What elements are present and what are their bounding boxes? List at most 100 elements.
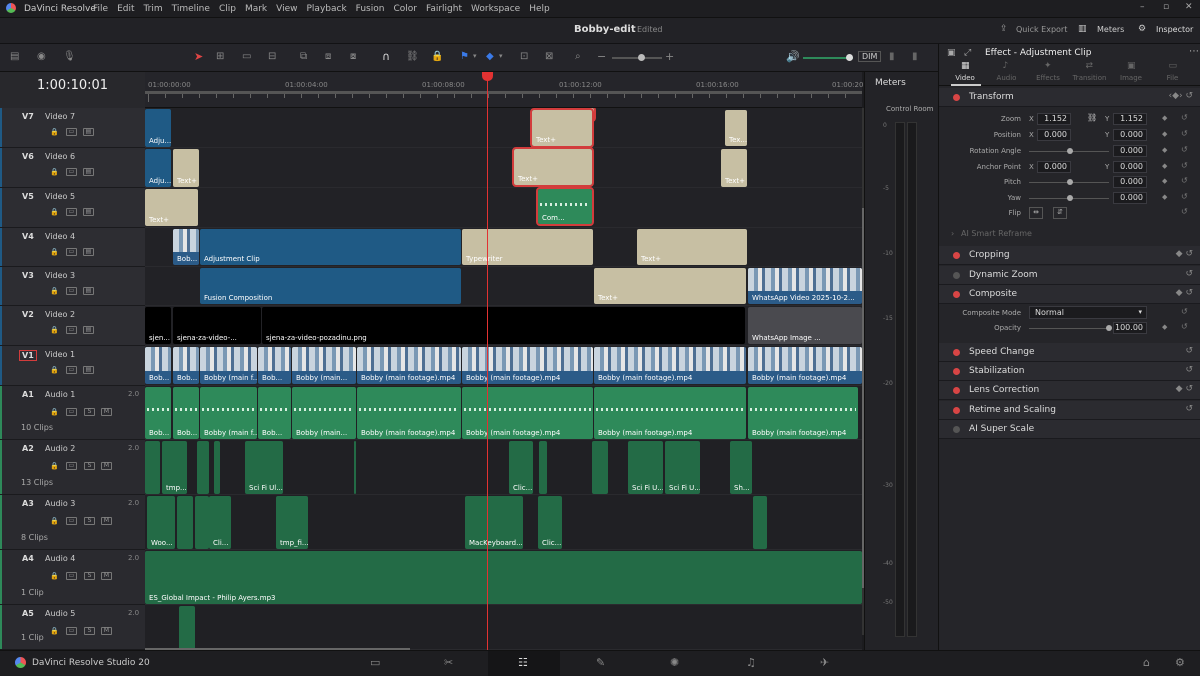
inspector-tab-transition-icon[interactable]: ⇄ (1086, 61, 1094, 71)
layout-icon[interactable]: ▤ (10, 51, 19, 62)
flip-vertical-button[interactable]: ⇵ (1053, 207, 1067, 219)
inspector-icon[interactable]: ▣ (947, 48, 956, 58)
lock-icon[interactable]: 🔒 (50, 366, 59, 374)
audio-clip[interactable]: Clic... (509, 441, 533, 494)
reset-icon[interactable]: ↺ (1185, 365, 1193, 375)
timecode-display[interactable]: 1:00:10:01 (37, 78, 108, 93)
pitch-slider-thumb[interactable] (1067, 179, 1073, 185)
panel-toggle-icon[interactable]: ▮ (912, 51, 918, 62)
audio-clip[interactable]: Sci Fi U... (665, 441, 700, 494)
auto-track-icon[interactable]: ▭ (66, 366, 77, 374)
video-clip[interactable]: Adjustment Clip (200, 229, 461, 265)
track-header-a1[interactable]: A1 Audio 1 2.0 10 Clips 🔒 ▭ S M (0, 386, 145, 440)
track-name[interactable]: Video 7 (45, 112, 75, 121)
section-ai-super-scale[interactable]: AI Super Scale (939, 420, 1200, 439)
lock-icon[interactable]: 🔒 (50, 248, 59, 256)
audio-clip[interactable] (592, 441, 608, 494)
menu-item-trim[interactable]: Trim (144, 4, 163, 14)
blade-tool-icon[interactable]: ⊟ (268, 51, 276, 62)
eye-icon[interactable]: ◉ (37, 51, 46, 62)
lock-icon[interactable]: 🔒 (50, 168, 59, 176)
section-stabilization[interactable]: Stabilization ↺ (939, 362, 1200, 381)
video-clip[interactable]: Text+ (637, 229, 747, 265)
solo-button[interactable]: S (84, 572, 95, 580)
fusion-page-icon[interactable]: ✎ (596, 656, 605, 669)
link-icon[interactable]: ⛓ (406, 51, 419, 62)
video-clip[interactable]: Tex... (725, 110, 747, 146)
lane-v7[interactable] (145, 108, 862, 148)
track-code[interactable]: V3 (22, 271, 34, 280)
video-clip[interactable]: WhatsApp Image ... (748, 307, 862, 344)
audio-clip[interactable]: Bob... (145, 387, 171, 439)
inspector-tab-file[interactable]: File (1151, 74, 1195, 82)
anchor-point-x-field[interactable]: 0.000 (1037, 161, 1071, 173)
menu-item-fairlight[interactable]: Fairlight (426, 4, 462, 14)
track-header-v4[interactable]: V4 Video 4 🔒 ▭ ▤ (0, 228, 145, 267)
media-page-icon[interactable]: ▭ (370, 656, 380, 669)
audio-clip[interactable]: Bobby (main footage).mp4 (357, 387, 461, 439)
section-retime-scaling[interactable]: Retime and Scaling ↺ (939, 401, 1200, 420)
disable-track-icon[interactable]: ▤ (83, 248, 94, 256)
section-lens-correction[interactable]: Lens Correction ◆ ↺ (939, 381, 1200, 400)
dynamic-trim-icon[interactable]: ▭ (242, 51, 251, 62)
menu-item-mark[interactable]: Mark (245, 4, 267, 14)
auto-track-icon[interactable]: ▭ (66, 287, 77, 295)
zoom-custom-icon[interactable]: ⌕ (575, 51, 581, 62)
video-clip[interactable]: Bobby (main... (292, 347, 356, 384)
inspector-tab-audio-icon[interactable]: ♪ (1003, 61, 1009, 71)
enable-toggle[interactable] (953, 407, 960, 414)
snapping-icon[interactable]: ∩ (382, 50, 390, 63)
position-lock-icon[interactable]: 🔒 (431, 51, 443, 62)
audio-clip[interactable] (753, 496, 767, 549)
lane-v5[interactable] (145, 188, 862, 228)
video-clip[interactable]: Text+ (173, 149, 199, 187)
reset-icon[interactable]: ↺ (1181, 307, 1188, 316)
lock-icon[interactable]: 🔒 (50, 462, 59, 470)
audio-clip[interactable]: Sci Fi U... (628, 441, 663, 494)
track-header-a5[interactable]: A5 Audio 5 2.0 1 Clip 🔒 ▭ S M (0, 605, 145, 650)
inspector-button[interactable]: Inspector (1156, 25, 1193, 34)
track-name[interactable]: Video 3 (45, 271, 75, 280)
reset-icon[interactable]: ↺ (1181, 145, 1188, 154)
reset-icon[interactable]: ↺ (1181, 207, 1188, 216)
track-code[interactable]: V4 (22, 232, 34, 241)
mute-meter-icon[interactable]: ▮ (889, 51, 895, 62)
lock-icon[interactable]: 🔒 (50, 408, 59, 416)
flip-horizontal-button[interactable]: ⇹ (1029, 207, 1043, 219)
audio-clip[interactable]: Bobby (main... (292, 387, 356, 439)
enable-toggle[interactable] (953, 94, 960, 101)
meters-button[interactable]: Meters (1097, 25, 1124, 34)
anchor-point-y-field[interactable]: 0.000 (1113, 161, 1147, 173)
menu-item-fusion[interactable]: Fusion (356, 4, 385, 14)
reset-icon[interactable]: ◆ ↺ (1176, 288, 1193, 298)
video-clip[interactable]: Text+ (721, 149, 747, 187)
enable-toggle[interactable] (953, 291, 960, 298)
rotation-field[interactable]: 0.000 (1113, 145, 1147, 157)
section-cropping[interactable]: Cropping ◆ ↺ (939, 246, 1200, 265)
inspector-tab-image[interactable]: Image (1109, 74, 1153, 82)
track-code[interactable]: A1 (22, 390, 34, 399)
track-header-a4[interactable]: A4 Audio 4 2.0 1 Clip 🔒 ▭ S M (0, 550, 145, 605)
track-name[interactable]: Audio 1 (45, 390, 75, 399)
overwrite-clip-icon[interactable]: ⧈ (325, 51, 331, 62)
disable-track-icon[interactable]: ▤ (83, 168, 94, 176)
menu-item-timeline[interactable]: Timeline (172, 4, 210, 14)
audio-clip[interactable] (179, 606, 195, 650)
track-code[interactable]: V5 (22, 192, 34, 201)
marker-dropdown-icon[interactable]: ▾ (499, 52, 503, 60)
keyframe-icon[interactable]: ◆ (1162, 323, 1167, 331)
track-name[interactable]: Audio 2 (45, 444, 75, 453)
audio-clip[interactable]: MacKeyboard... (465, 496, 523, 549)
lock-icon[interactable]: 🔒 (50, 326, 59, 334)
lock-icon[interactable]: 🔒 (50, 517, 59, 525)
auto-track-icon[interactable]: ▭ (66, 572, 77, 580)
keyframe-icon[interactable]: ◆ (1162, 130, 1167, 138)
track-name[interactable]: Video 5 (45, 192, 75, 201)
video-clip[interactable]: Text+ (512, 147, 594, 187)
auto-track-icon[interactable]: ▭ (66, 208, 77, 216)
video-clip[interactable]: Bobby (main f... (200, 347, 257, 384)
track-code[interactable]: A3 (22, 499, 34, 508)
audio-clip[interactable]: Bobby (main footage).mp4 (462, 387, 593, 439)
disable-track-icon[interactable]: ▤ (83, 128, 94, 136)
playhead[interactable] (487, 72, 488, 650)
